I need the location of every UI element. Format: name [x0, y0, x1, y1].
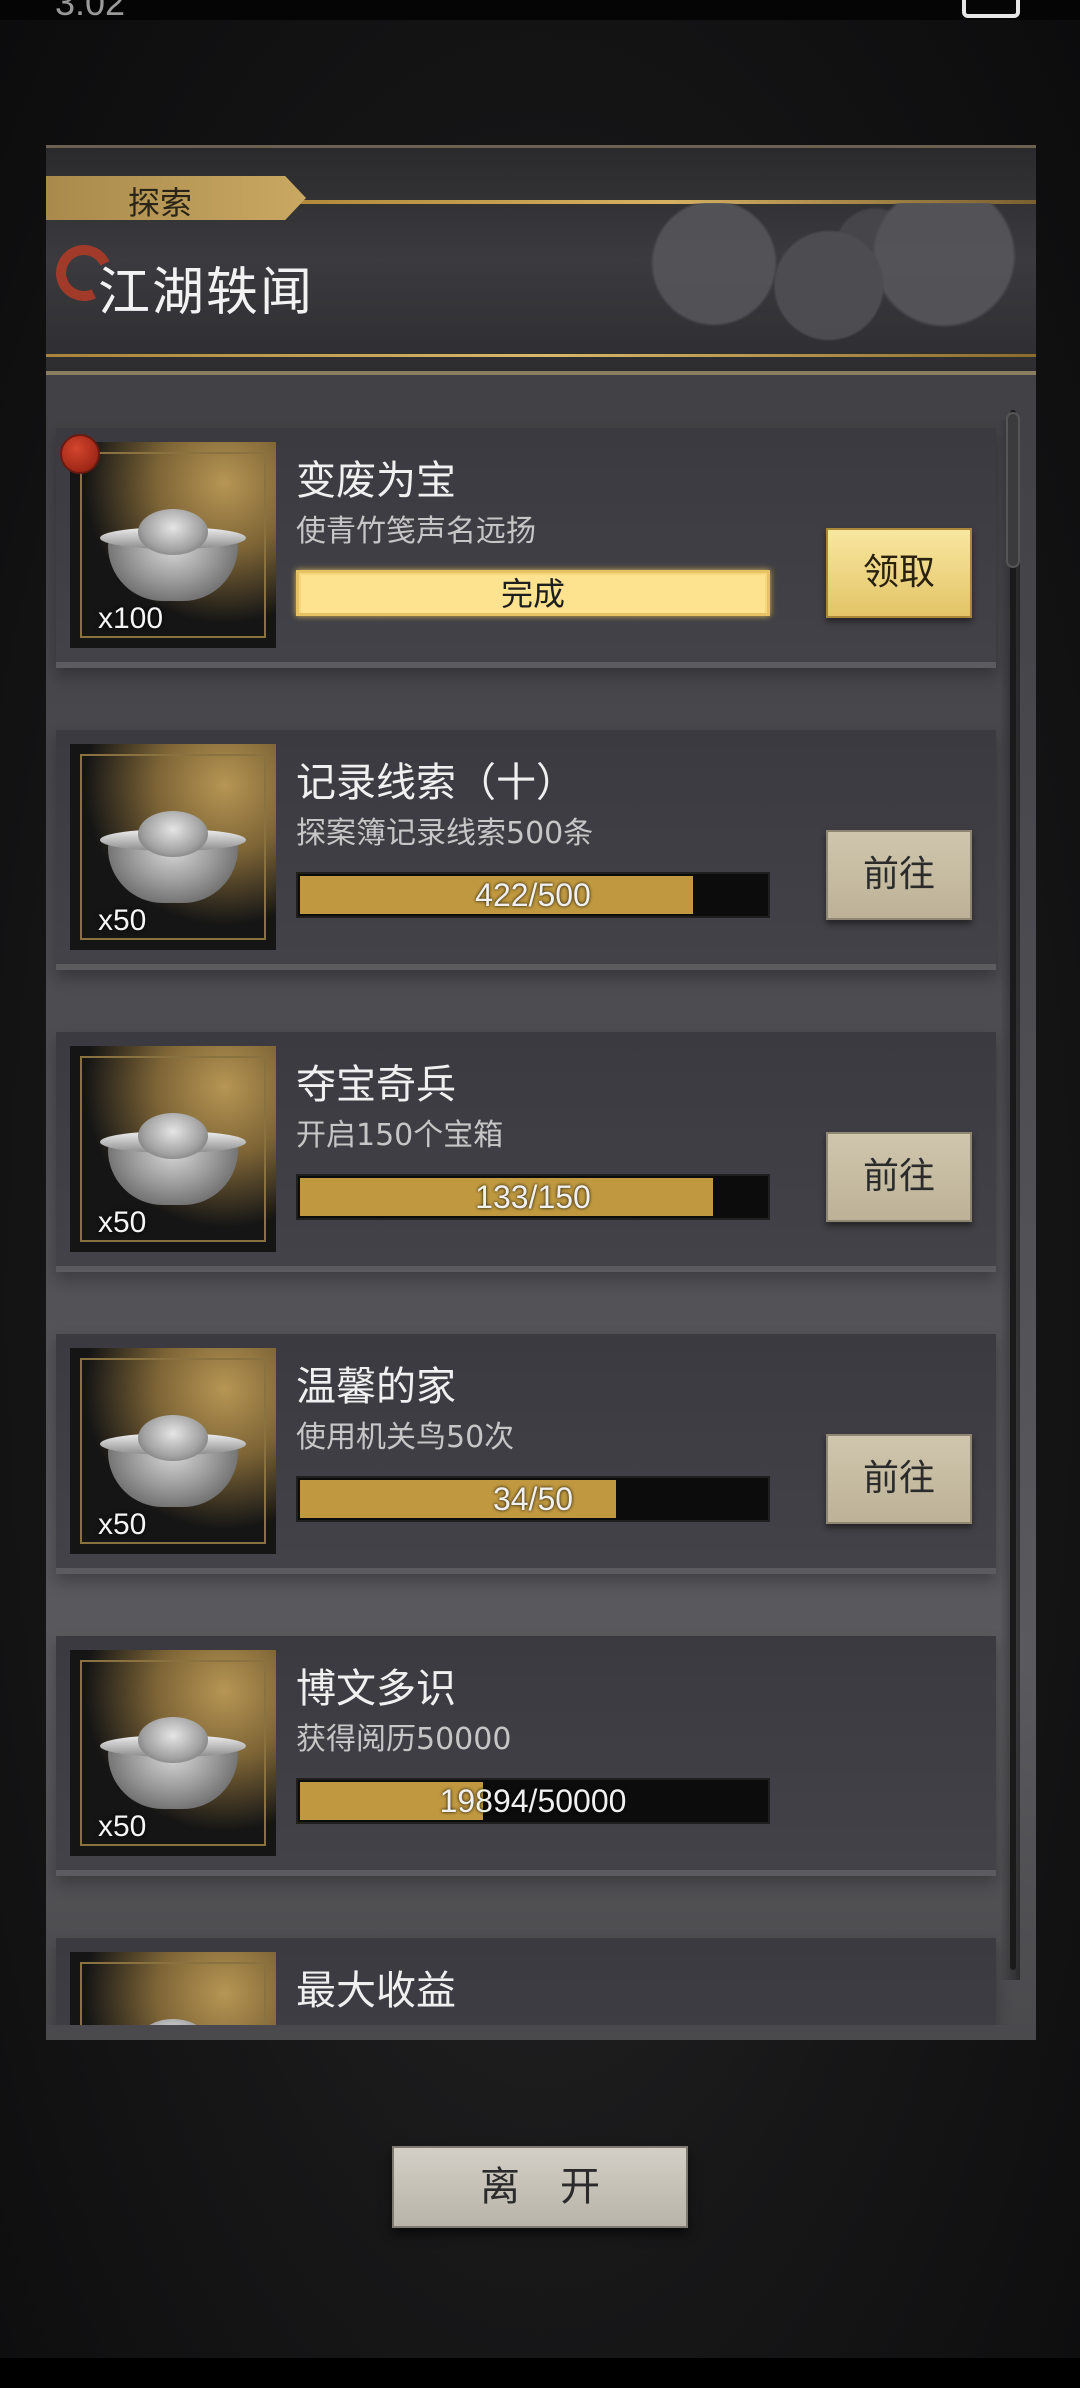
reward-quantity: x50 [98, 1206, 147, 1239]
claim-button[interactable]: 领取 [826, 528, 972, 618]
task-name: 夺宝奇兵 [296, 1062, 456, 1108]
reward-slot[interactable]: x50 [70, 1650, 276, 1856]
task-card: x100 变废为宝 使青竹笺声名远扬 完成 领取 [56, 428, 996, 668]
task-card: 最大收益 [56, 1938, 996, 2025]
reward-quantity: x100 [98, 602, 164, 635]
progress-text: 34/50 [492, 1481, 574, 1517]
progress-text: 19894/50000 [439, 1783, 627, 1819]
task-description: 使青竹笺声名远扬 [296, 514, 536, 549]
task-name: 记录线索（十） [296, 760, 576, 806]
scrollbar-track[interactable] [1010, 410, 1016, 1970]
task-card: x50 记录线索（十） 探案簿记录线索500条 422/500 前往 [56, 730, 996, 970]
go-button[interactable]: 前往 [826, 1434, 972, 1524]
silver-ingot-icon [100, 799, 246, 909]
go-button[interactable]: 前往 [826, 1132, 972, 1222]
scrollbar-thumb[interactable] [1006, 412, 1020, 568]
silver-ingot-icon [100, 1101, 246, 1211]
reward-slot[interactable]: x100 [70, 442, 276, 648]
silver-ingot-icon [100, 497, 246, 607]
reward-slot[interactable]: x50 [70, 1046, 276, 1252]
task-card: x50 夺宝奇兵 开启150个宝箱 133/150 前往 [56, 1032, 996, 1272]
task-description: 探案簿记录线索500条 [296, 816, 594, 851]
cloud-ornament-icon [576, 203, 1036, 353]
page-title: 江湖轶闻 [98, 263, 315, 323]
task-description: 获得阅历50000 [296, 1722, 512, 1757]
progress-text: 133/150 [475, 1179, 591, 1215]
task-name: 变废为宝 [296, 458, 456, 504]
progress-bar: 422/500 [296, 872, 770, 918]
progress-bar: 34/50 [296, 1476, 770, 1522]
progress-text: 完成 [500, 575, 565, 613]
task-name: 博文多识 [296, 1666, 456, 1712]
leave-button[interactable]: 离开 [392, 2146, 688, 2228]
reward-slot[interactable]: x50 [70, 1348, 276, 1554]
navigation-bar [0, 2358, 1080, 2388]
go-button[interactable]: 前往 [826, 830, 972, 920]
progress-bar: 19894/50000 [296, 1778, 770, 1824]
task-card: x50 博文多识 获得阅历50000 19894/50000 [56, 1636, 996, 1876]
reward-quantity: x50 [98, 1810, 147, 1843]
new-badge-icon [60, 434, 100, 474]
silver-ingot-icon [100, 2007, 246, 2025]
progress-text: 422/500 [475, 877, 591, 913]
silver-ingot-icon [100, 1705, 246, 1815]
reward-quantity: x50 [98, 904, 147, 937]
progress-bar: 完成 [296, 570, 770, 616]
reward-slot[interactable] [70, 1952, 276, 2025]
task-list[interactable]: x100 变废为宝 使青竹笺声名远扬 完成 领取 x50 记录线索（十） 探案簿… [46, 410, 1016, 2025]
task-name: 温馨的家 [296, 1364, 456, 1410]
category-label: 探索 [128, 184, 193, 222]
progress-bar: 133/150 [296, 1174, 770, 1220]
task-description: 使用机关鸟50次 [296, 1420, 515, 1455]
task-description: 开启150个宝箱 [296, 1118, 504, 1153]
reward-slot[interactable]: x50 [70, 744, 276, 950]
reward-quantity: x50 [98, 1508, 147, 1541]
status-bar: 3:02 [0, 0, 1080, 23]
silver-ingot-icon [100, 1403, 246, 1513]
task-name: 最大收益 [296, 1968, 456, 2014]
battery-icon [962, 0, 1020, 18]
header-divider [46, 354, 1036, 357]
task-card: x50 温馨的家 使用机关鸟50次 34/50 前往 [56, 1334, 996, 1574]
